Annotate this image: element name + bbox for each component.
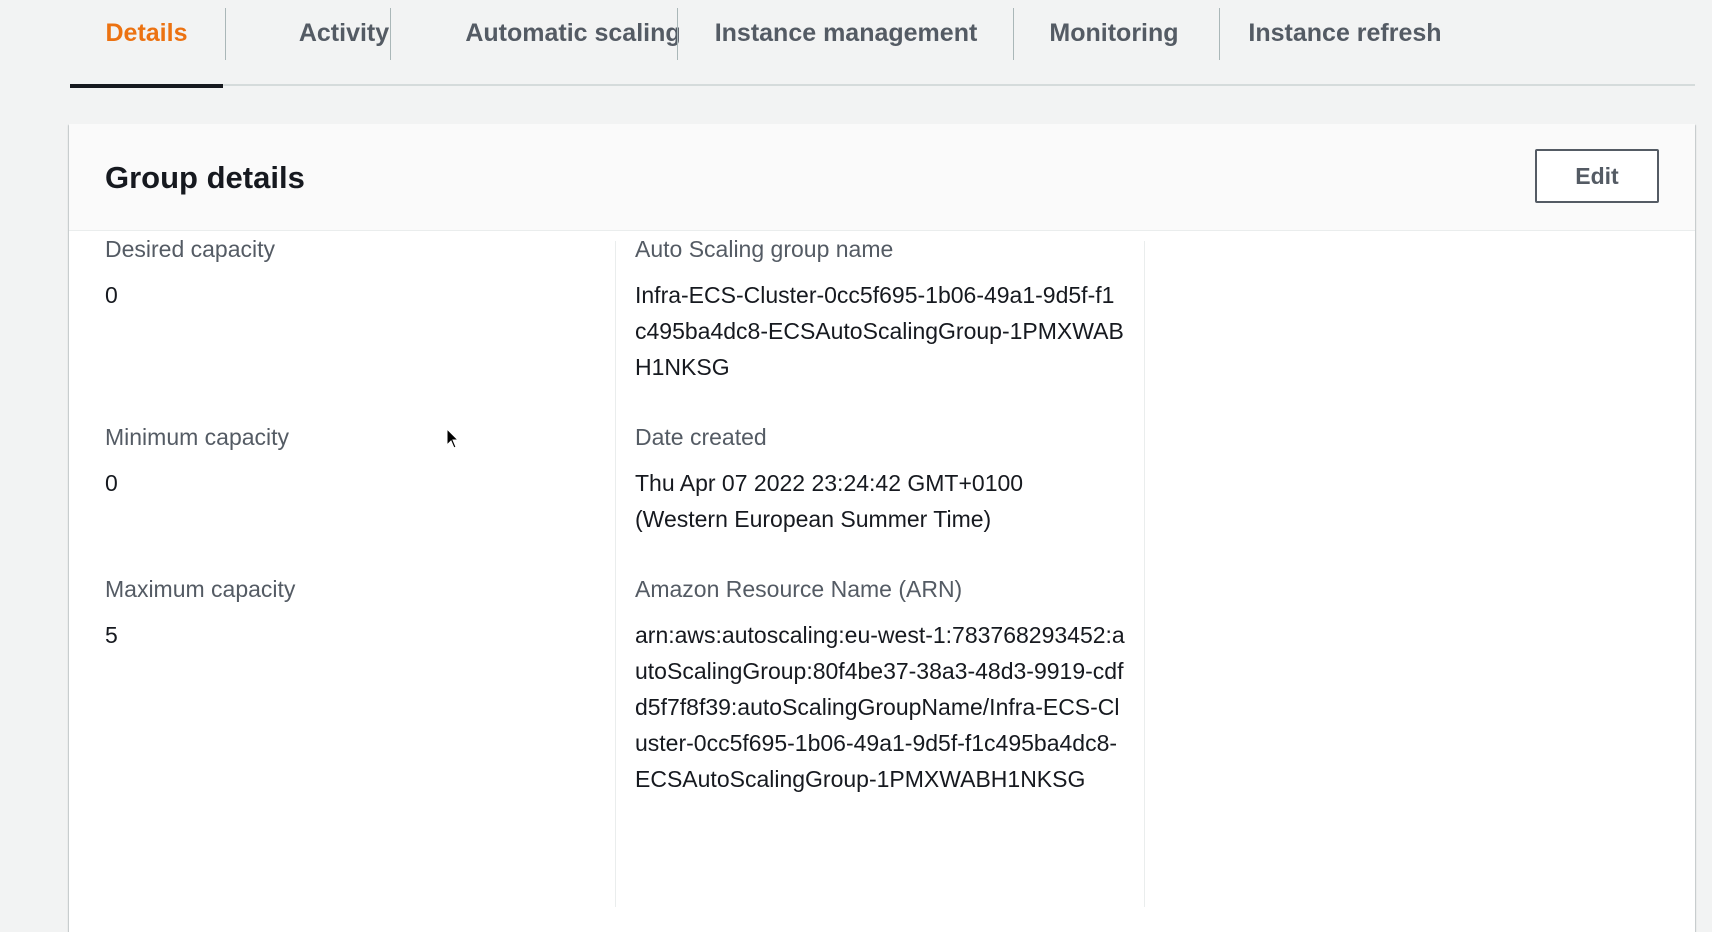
tab-separator [390, 8, 391, 60]
group-name-label: Auto Scaling group name [635, 236, 894, 262]
panel-header: Group details Edit [69, 124, 1695, 231]
column-divider [615, 241, 616, 907]
minimum-capacity-field: Minimum capacity 0 [105, 422, 289, 501]
page: Details Activity Automatic scaling Insta… [0, 0, 1712, 932]
tab-bar: Details Activity Automatic scaling Insta… [70, 0, 1695, 88]
arn-value: arn:aws:autoscaling:eu-west-1:7837682934… [635, 622, 1125, 792]
edit-button[interactable]: Edit [1535, 149, 1659, 203]
arn-field: Amazon Resource Name (ARN) arn:aws:autos… [635, 574, 1125, 797]
group-name-value: Infra-ECS-Cluster-0cc5f695-1b06-49a1-9d5… [635, 282, 1124, 380]
tab-separator [1013, 8, 1014, 60]
tab-separator [677, 8, 678, 60]
date-created-field: Date created Thu Apr 07 2022 23:24:42 GM… [635, 422, 1115, 537]
desired-capacity-value: 0 [105, 282, 118, 308]
date-created-label: Date created [635, 424, 767, 450]
tab-instance-management[interactable]: Instance management [686, 0, 1006, 86]
maximum-capacity-field: Maximum capacity 5 [105, 574, 295, 653]
group-details-panel: Group details Edit Desired capacity 0 Mi… [69, 124, 1695, 932]
mouse-cursor-icon [446, 428, 460, 449]
tab-details[interactable]: Details [70, 0, 223, 88]
group-name-field: Auto Scaling group name Infra-ECS-Cluste… [635, 234, 1125, 385]
minimum-capacity-value: 0 [105, 470, 118, 496]
panel-title: Group details [105, 160, 305, 195]
column-divider [1144, 241, 1145, 907]
desired-capacity-label: Desired capacity [105, 236, 276, 262]
minimum-capacity-label: Minimum capacity [105, 424, 290, 450]
tab-separator [1219, 8, 1220, 60]
tab-instance-refresh[interactable]: Instance refresh [1225, 0, 1465, 86]
maximum-capacity-value: 5 [105, 622, 118, 648]
arn-label: Amazon Resource Name (ARN) [635, 576, 963, 602]
tab-separator [225, 8, 226, 60]
tab-monitoring[interactable]: Monitoring [1019, 0, 1209, 86]
date-created-value: Thu Apr 07 2022 23:24:42 GMT+0100 (Weste… [635, 470, 1024, 532]
maximum-capacity-label: Maximum capacity [105, 576, 296, 602]
desired-capacity-field: Desired capacity 0 [105, 234, 275, 313]
